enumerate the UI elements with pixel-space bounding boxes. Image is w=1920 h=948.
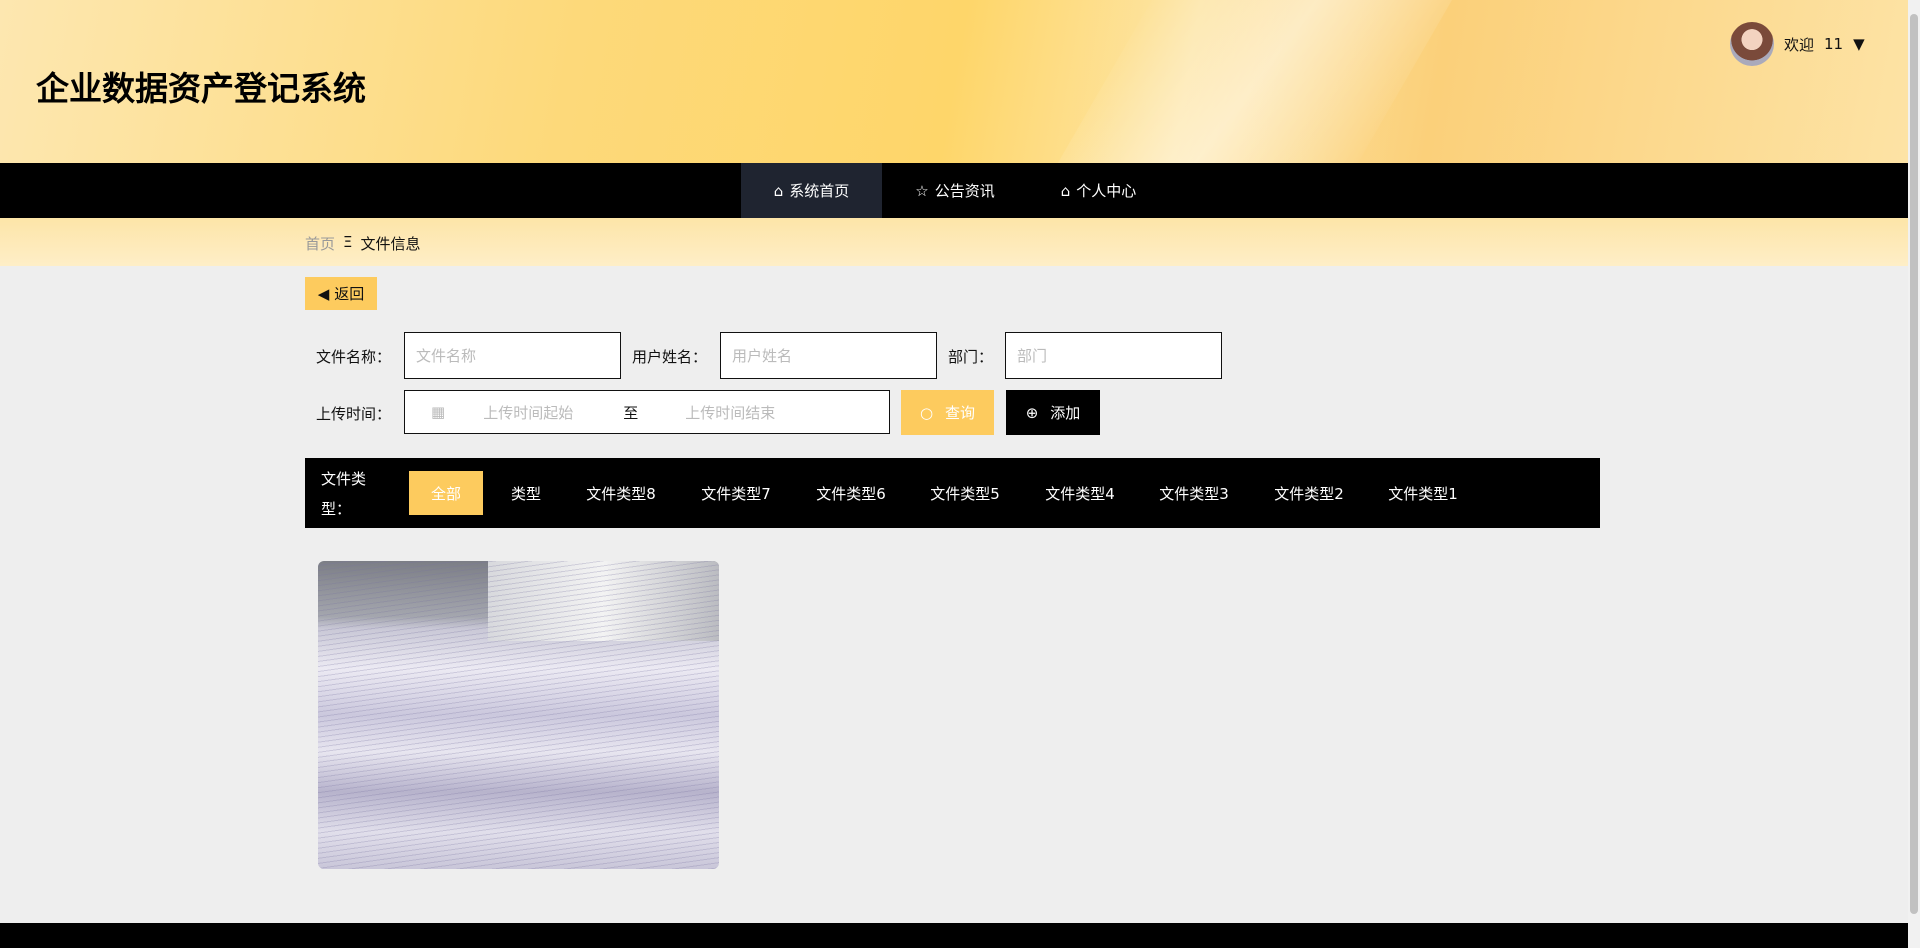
scrollbar[interactable]	[1908, 0, 1920, 948]
query-label: 查询	[945, 402, 975, 423]
avatar[interactable]	[1730, 22, 1774, 66]
calendar-icon: ▦	[431, 403, 445, 421]
header: 企业数据资产登记系统 欢迎 11 ▼	[0, 0, 1908, 163]
filter-option[interactable]: 文件类型2	[1259, 471, 1359, 515]
breadcrumb-separator: Ξ	[343, 233, 352, 254]
nav-profile[interactable]: ⌂ 个人中心	[1028, 163, 1170, 218]
star-icon: ☆	[915, 182, 928, 200]
caret-down-icon[interactable]: ▼	[1853, 35, 1865, 53]
back-button[interactable]: ◀返回	[305, 277, 377, 310]
plus-circle-icon: ⊕	[1026, 404, 1039, 422]
file-name-label: 文件名称：	[316, 346, 391, 367]
caret-left-icon: ◀	[318, 285, 330, 303]
header-decoration	[1025, 0, 1475, 163]
file-name-input[interactable]	[404, 332, 621, 379]
file-type-filter: 文件类型： 全部 类型 文件类型8 文件类型7 文件类型6 文件类型5 文件类型…	[305, 458, 1600, 528]
dept-label: 部门：	[948, 346, 993, 367]
paper-stack	[318, 561, 719, 869]
home-icon: ⌂	[774, 182, 784, 200]
filter-option[interactable]: 文件类型3	[1144, 471, 1244, 515]
dept-input[interactable]	[1005, 332, 1222, 379]
nav-label: 公告资讯	[935, 180, 995, 201]
filter-option[interactable]: 文件类型5	[915, 471, 1015, 515]
filter-option[interactable]: 文件类型1	[1373, 471, 1473, 515]
start-date-input[interactable]: 上传时间起始	[483, 402, 623, 423]
scrollbar-thumb[interactable]	[1910, 14, 1918, 914]
filter-option[interactable]: 类型	[491, 471, 561, 515]
search-icon: ○	[920, 404, 933, 422]
breadcrumb-current: 文件信息	[361, 233, 421, 254]
breadcrumb-home[interactable]: 首页	[305, 233, 335, 254]
user-menu[interactable]: 欢迎 11 ▼	[1730, 22, 1865, 66]
nav-label: 系统首页	[789, 180, 849, 201]
breadcrumb: 首页 Ξ 文件信息	[305, 233, 421, 254]
nav-home[interactable]: ⌂ 系统首页	[741, 163, 883, 218]
site-title: 企业数据资产登记系统	[36, 62, 366, 110]
footer	[0, 923, 1908, 948]
filter-option[interactable]: 文件类型8	[571, 471, 671, 515]
home-icon: ⌂	[1061, 182, 1071, 200]
filter-option-all[interactable]: 全部	[409, 471, 483, 515]
breadcrumb-bar: 首页 Ξ 文件信息	[0, 218, 1908, 266]
file-card-image[interactable]	[318, 561, 719, 869]
upload-time-label: 上传时间：	[316, 403, 391, 424]
end-date-input[interactable]: 上传时间结束	[685, 402, 775, 423]
back-label: 返回	[334, 283, 364, 304]
filter-option[interactable]: 文件类型6	[801, 471, 901, 515]
nav-news[interactable]: ☆ 公告资讯	[882, 163, 1027, 218]
range-separator: 至	[623, 402, 685, 423]
add-label: 添加	[1050, 402, 1080, 423]
file-type-label: 文件类型：	[321, 464, 377, 524]
add-button[interactable]: ⊕ 添加	[1006, 390, 1100, 435]
filter-option[interactable]: 文件类型4	[1030, 471, 1130, 515]
nav-label: 个人中心	[1076, 180, 1136, 201]
upload-time-range[interactable]: ▦ 上传时间起始 至 上传时间结束	[404, 390, 890, 434]
filter-option[interactable]: 文件类型7	[686, 471, 786, 515]
welcome-text: 欢迎	[1784, 34, 1814, 55]
main-nav: ⌂ 系统首页 ☆ 公告资讯 ⌂ 个人中心	[0, 163, 1908, 218]
username: 11	[1824, 35, 1843, 53]
query-button[interactable]: ○ 查询	[901, 390, 994, 435]
user-name-label: 用户姓名：	[632, 346, 707, 367]
user-name-input[interactable]	[720, 332, 937, 379]
